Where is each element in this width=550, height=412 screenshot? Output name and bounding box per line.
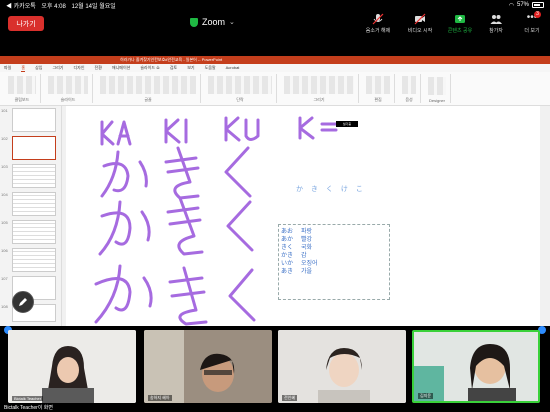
mute-icon bbox=[372, 13, 384, 25]
wifi-icon: ◠ bbox=[508, 2, 514, 9]
menu-view[interactable]: 보기 bbox=[187, 64, 194, 72]
menu-slideshow[interactable]: 슬라이드 쇼 bbox=[140, 64, 160, 72]
slide-number: 107 bbox=[1, 276, 8, 281]
vocab-row: かき 감 bbox=[281, 253, 307, 259]
ppt-ribbon: 클립보드 슬라이드 글꼴 단락 그리기 편집 음성 Designer bbox=[0, 72, 550, 106]
ribbon-slides[interactable]: 슬라이드 bbox=[44, 74, 93, 103]
slide-number: 106 bbox=[1, 248, 8, 253]
more-button[interactable]: ••• 3 더 보기 bbox=[512, 11, 550, 34]
menu-insert[interactable]: 삽입 bbox=[35, 64, 42, 72]
leave-button[interactable]: 나가기 bbox=[8, 16, 44, 31]
participant-name: 송하지 혜아 bbox=[148, 395, 172, 401]
participant-video bbox=[144, 330, 272, 403]
shared-screen: 히라가나 즐겨찾기인칸보호#안전교육 - 일본어 -- PowerPoint 파… bbox=[0, 56, 550, 326]
menu-acrobat[interactable]: Acrobat bbox=[226, 64, 240, 72]
slide-number: 101 bbox=[1, 108, 8, 113]
menu-home[interactable]: 홈 bbox=[21, 64, 26, 72]
vocab-textbox[interactable]: あお 파랑 あか 빨강 きく 국화 かき 감 いか 오징어 あき 가을 bbox=[278, 224, 390, 300]
share-icon bbox=[455, 15, 465, 23]
annotate-button[interactable] bbox=[12, 291, 34, 313]
slide-thumbnail-selected[interactable] bbox=[12, 136, 56, 160]
status-date: 12월 14일 월요일 bbox=[71, 3, 116, 10]
menu-help[interactable]: 도움말 bbox=[205, 64, 216, 72]
participant-tile[interactable]: 전인혜 bbox=[278, 330, 406, 403]
share-content-button[interactable]: 콘텐츠 공유 bbox=[440, 13, 480, 34]
slide-thumbnail[interactable] bbox=[12, 248, 56, 272]
pencil-icon bbox=[19, 298, 27, 306]
menu-file[interactable]: 파일 bbox=[4, 64, 11, 72]
annotation-tag: 필기중 bbox=[336, 121, 358, 127]
chevron-down-icon: ⌄ bbox=[229, 19, 235, 26]
kana-row: か き く け こ bbox=[296, 186, 366, 193]
slide-number: 105 bbox=[1, 220, 8, 225]
participants-button[interactable]: 참가자 bbox=[476, 13, 516, 34]
ribbon-clipboard[interactable]: 클립보드 bbox=[4, 74, 41, 103]
participant-video bbox=[278, 330, 406, 403]
slide-canvas[interactable]: 필기중 か き く け こ あお 파랑 あか 빨강 きく 국화 かき 감 いか 오징어 あ… bbox=[66, 106, 540, 326]
menu-review[interactable]: 검토 bbox=[170, 64, 177, 72]
slide-thumbnail[interactable] bbox=[12, 108, 56, 132]
shield-icon bbox=[190, 17, 198, 27]
share-content-label: 콘텐츠 공유 bbox=[447, 28, 473, 34]
meeting-title[interactable]: Zoom ⌄ bbox=[190, 17, 235, 27]
back-to-app[interactable]: ◀ 카카오톡 bbox=[6, 4, 36, 10]
start-video-label: 비디오 시작 bbox=[407, 28, 433, 34]
start-video-button[interactable]: 비디오 시작 bbox=[400, 13, 440, 34]
slide-number: 103 bbox=[1, 164, 8, 169]
participant-tile-active-speaker[interactable]: 김지윤 bbox=[412, 330, 540, 403]
notification-badge: 3 bbox=[534, 11, 541, 18]
participant-name: 김지윤 bbox=[418, 393, 434, 399]
ribbon-designer[interactable]: Designer bbox=[424, 74, 451, 103]
meeting-title-label: Zoom bbox=[202, 17, 226, 27]
status-bar: ◀ 카카오톡 오후 4:08 12월 14일 월요일 ◠ 57% bbox=[0, 0, 550, 10]
menu-transitions[interactable]: 전환 bbox=[95, 64, 102, 72]
vocab-row: あか 빨강 bbox=[281, 237, 313, 243]
participant-video bbox=[414, 332, 538, 401]
ppt-title-bar: 히라가나 즐겨찾기인칸보호#안전교육 - 일본어 -- PowerPoint bbox=[0, 56, 550, 64]
participant-tile[interactable]: 송하지 혜아 bbox=[144, 330, 272, 403]
battery-icon bbox=[532, 2, 544, 8]
vocab-row: いか 오징어 bbox=[281, 261, 318, 267]
slide-thumbnail-pane: 101 102 103 104 105 106 107 108 bbox=[0, 106, 62, 326]
video-gallery: Bictalk Teacher 송하지 혜아 전인혜 김지윤 Bictalk T… bbox=[0, 326, 550, 412]
participant-name: 전인혜 bbox=[282, 395, 298, 401]
participant-video bbox=[8, 330, 136, 403]
zoom-toolbar: 나가기 Zoom ⌄ 음소거 해제 비디오 시작 콘텐츠 공유 참가자 ••• 3… bbox=[0, 10, 550, 38]
menu-draw[interactable]: 그리기 bbox=[52, 64, 63, 72]
ribbon-voice[interactable]: 음성 bbox=[398, 74, 421, 103]
ribbon-drawing[interactable]: 그리기 bbox=[280, 74, 359, 103]
unmute-label: 음소거 해제 bbox=[365, 28, 391, 34]
more-icon: ••• 3 bbox=[526, 11, 541, 25]
video-icon bbox=[414, 13, 426, 25]
vocab-row: あき 가을 bbox=[281, 269, 313, 275]
more-label: 더 보기 bbox=[524, 28, 540, 34]
participants-icon bbox=[490, 15, 502, 24]
ppt-menu-bar: 파일 홈 삽입 그리기 디자인 전환 애니메이션 슬라이드 쇼 검토 보기 도움… bbox=[0, 64, 550, 72]
vocab-row: あお 파랑 bbox=[281, 229, 313, 235]
vocab-row: きく 국화 bbox=[281, 245, 313, 251]
status-time: 오후 4:08 bbox=[41, 3, 66, 10]
battery-percent: 57% bbox=[516, 2, 529, 8]
participant-tile[interactable]: Bictalk Teacher bbox=[8, 330, 136, 403]
participants-label: 참가자 bbox=[489, 28, 503, 34]
participant-name: Bictalk Teacher bbox=[12, 396, 44, 401]
slide-thumbnail[interactable] bbox=[12, 220, 56, 244]
slide-number: 104 bbox=[1, 192, 8, 197]
screen-share-caption: Bictalk Teacher이 화면 bbox=[4, 405, 54, 411]
menu-animations[interactable]: 애니메이션 bbox=[112, 64, 130, 72]
slide-number: 102 bbox=[1, 136, 8, 141]
slide-number: 108 bbox=[1, 304, 8, 309]
ribbon-font[interactable]: 글꼴 bbox=[96, 74, 201, 103]
ribbon-paragraph[interactable]: 단락 bbox=[204, 74, 277, 103]
ribbon-editing[interactable]: 편집 bbox=[362, 74, 395, 103]
unmute-button[interactable]: 음소거 해제 bbox=[358, 13, 398, 34]
menu-design[interactable]: 디자인 bbox=[73, 64, 84, 72]
slide-thumbnail[interactable] bbox=[12, 164, 56, 188]
slide-thumbnail[interactable] bbox=[12, 192, 56, 216]
